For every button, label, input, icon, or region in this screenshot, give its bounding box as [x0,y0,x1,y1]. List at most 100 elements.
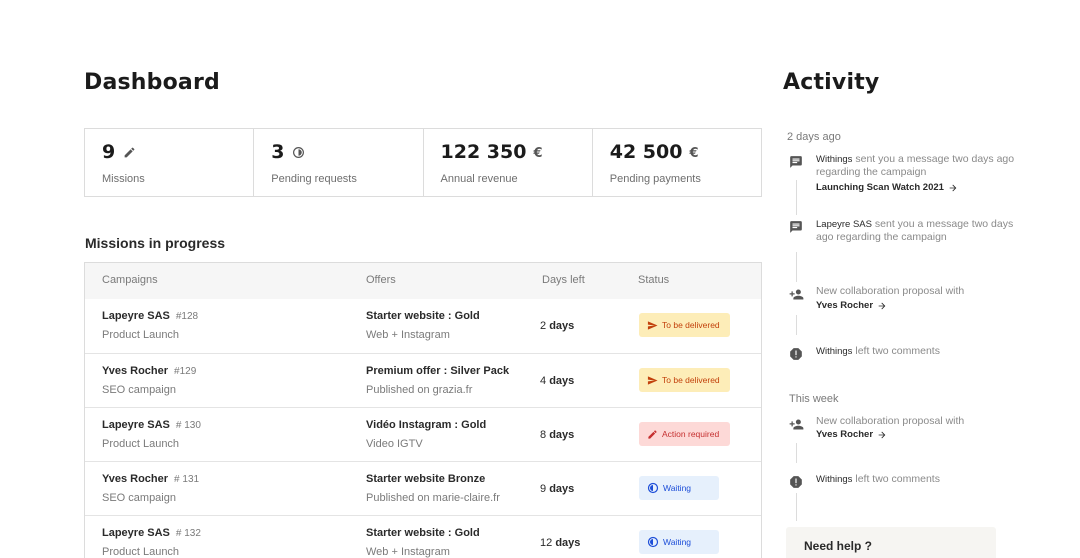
table-row[interactable]: Lapeyre SAS # 132 Product Launch Starter we… [85,515,761,558]
activity-message: New collaboration proposal with [816,415,965,427]
status-label: Waiting [663,537,692,547]
activity-text: New collaboration proposal with [816,285,1026,298]
currency-unit: € [533,146,543,161]
stat-value: 122 350 [440,141,527,163]
arrow-right-icon [877,301,887,311]
table-header: Campaigns Offers Days left Status [85,263,761,299]
page-title: Dashboard [84,70,220,95]
offer-detail: Web + Instagram [366,546,450,558]
activity-link[interactable]: Yves Rocher [816,429,887,440]
campaign-name: SEO campaign [102,492,176,504]
table-row[interactable]: Lapeyre SAS #128 Product Launch Starter web… [85,299,761,353]
stat-label: Annual revenue [440,173,518,185]
days-left: 8 days [540,429,574,441]
campaign-id: # 130 [175,420,201,431]
message-icon [788,154,804,170]
activity-actor: Lapeyre SAS [816,219,872,230]
client-name-text: Yves Rocher [102,365,169,377]
days-left: 4 days [540,375,574,387]
activity-text: New collaboration proposal with [816,415,1026,428]
offer-detail: Published on marie-claire.fr [366,492,500,504]
stat-pending-requests[interactable]: 3 Pending requests [254,129,424,196]
activity-item[interactable]: Withings left two comments [788,345,1028,385]
activity-text: Withings left two comments [816,473,1026,486]
progress-icon [647,536,659,548]
activity-text: Withings left two comments [816,345,1026,358]
activity-item[interactable]: Lapeyre SAS sent you a message two days … [788,218,1028,258]
campaign-name: SEO campaign [102,384,176,396]
currency-unit: € [689,146,699,161]
client-name-text: Lapeyre SAS [102,527,170,539]
status-label: Action required [662,429,720,439]
activity-item[interactable]: New collaboration proposal with Yves Roch… [788,285,1028,325]
stat-missions[interactable]: 9 Missions [85,129,255,196]
offer-name: Starter website : Gold [366,527,480,539]
days-number: 8 [540,429,547,441]
activity-text: Withings sent you a message two days ago… [816,153,1026,179]
campaign-id: # 131 [174,474,200,485]
status-badge[interactable]: To be delivered [639,368,730,392]
campaign-id: #129 [174,366,197,377]
table-row[interactable]: Yves Rocher #129 SEO campaign Premium offer… [85,353,761,407]
arrow-right-icon [877,430,887,440]
activity-link-label: Yves Rocher [816,429,874,440]
activity-title: Activity [783,70,880,95]
progress-icon [292,146,305,159]
alert-icon [788,346,804,362]
stat-value: 3 [271,141,285,163]
stat-pending-payments[interactable]: 42 500 € Pending payments [593,129,761,196]
client-name: Lapeyre SAS # 130 [102,419,201,431]
missions-table: Campaigns Offers Days left Status Lapeyr… [84,262,762,558]
days-left: 9 days [540,483,574,495]
activity-item[interactable]: Withings sent you a message two days ago… [788,153,1028,193]
activity-item[interactable]: New collaboration proposal with Yves Roch… [788,415,1028,455]
client-name-text: Yves Rocher [102,473,169,485]
activity-actor: Withings [816,154,853,165]
days-number: 12 [540,537,553,549]
days-left: 2 days [540,320,574,332]
activity-message: New collaboration proposal with [816,285,965,297]
add-user-icon [788,416,804,432]
activity-message: left two comments [852,473,940,485]
activity-date-group: This week [789,393,839,405]
offer-name: Starter website : Gold [366,310,480,322]
offer-detail: Video IGTV [366,438,423,450]
campaign-id: #128 [175,311,199,322]
client-name: Lapeyre SAS # 132 [102,527,201,539]
status-badge[interactable]: Waiting [639,530,719,554]
activity-link[interactable]: Launching Scan Watch 2021 [816,182,958,193]
stat-label: Pending payments [609,173,701,185]
add-user-icon [788,286,804,302]
status-badge[interactable]: To be delivered [639,313,730,337]
help-card[interactable]: Need help ? [786,527,996,558]
message-icon [788,219,804,235]
days-left: 12 days [540,537,580,549]
activity-link-label: Yves Rocher [816,300,874,311]
status-badge[interactable]: Waiting [639,476,719,500]
activity-item[interactable]: Withings left two comments [788,473,1028,513]
activity-date-group: 2 days ago [787,131,841,143]
column-header-campaigns[interactable]: Campaigns [102,274,158,286]
activity-actor: Withings [816,346,853,357]
table-row[interactable]: Lapeyre SAS # 130 Product Launch Vidéo Inst… [85,407,761,461]
days-unit: days [549,483,575,495]
send-icon [647,320,658,331]
activity-message: left two comments [852,345,940,357]
progress-icon [647,482,659,494]
status-badge[interactable]: Action required [639,422,730,446]
pencil-icon [123,146,136,159]
column-header-status[interactable]: Status [638,274,669,286]
activity-link[interactable]: Yves Rocher [816,300,887,311]
offer-name: Premium offer : Silver Pack [366,365,510,377]
campaign-name: Product Launch [102,546,180,558]
column-header-days-left[interactable]: Days left [542,274,585,286]
alert-icon [788,474,804,490]
pencil-icon [647,429,658,440]
stat-annual-revenue[interactable]: 122 350 € Annual revenue [424,129,593,196]
client-name-text: Lapeyre SAS [102,419,170,431]
table-row[interactable]: Yves Rocher # 131 SEO campaign Starter webs… [85,461,761,515]
offer-name: Starter website Bronze [366,473,486,485]
activity-actor: Withings [816,474,853,485]
column-header-offers[interactable]: Offers [366,274,396,286]
client-name: Yves Rocher # 131 [102,473,199,485]
